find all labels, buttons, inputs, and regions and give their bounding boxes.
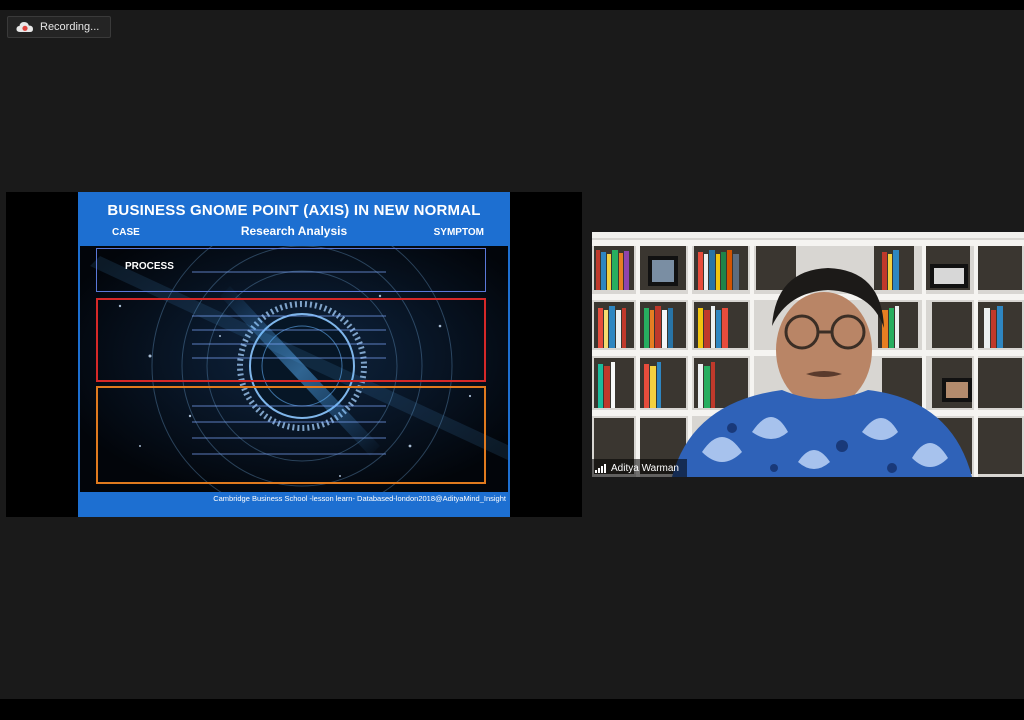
process-box: PROCESS (96, 248, 486, 292)
slide-footer: Cambridge Business School -lesson learn-… (213, 494, 506, 503)
participant-name: Aditya Warman (611, 462, 679, 474)
participant-name-tag: Aditya Warman (592, 459, 687, 477)
recording-label: Recording... (40, 21, 100, 33)
participant-video-frame (592, 232, 1024, 477)
red-highlight-box (96, 298, 486, 382)
cloud-record-icon (16, 22, 33, 32)
presentation-slide: BUSINESS GNOME POINT (AXIS) IN NEW NORMA… (78, 192, 510, 517)
meeting-window: Recording... BUSINESS GNOME POINT (AXIS)… (0, 0, 1024, 720)
signal-bars-icon (595, 463, 606, 473)
slide-title: BUSINESS GNOME POINT (AXIS) IN NEW NORMA… (107, 202, 481, 219)
shared-screen: BUSINESS GNOME POINT (AXIS) IN NEW NORMA… (6, 192, 582, 517)
bottom-bar (0, 699, 1024, 720)
slide-symptom-label: SYMPTOM (433, 227, 484, 238)
slide-background-image: PROCESS (80, 246, 508, 492)
participant-video[interactable]: Aditya Warman (592, 232, 1024, 477)
top-bar (0, 0, 1024, 10)
orange-highlight-box (96, 386, 486, 484)
recording-indicator[interactable]: Recording... (7, 16, 111, 38)
process-label: PROCESS (125, 261, 174, 272)
